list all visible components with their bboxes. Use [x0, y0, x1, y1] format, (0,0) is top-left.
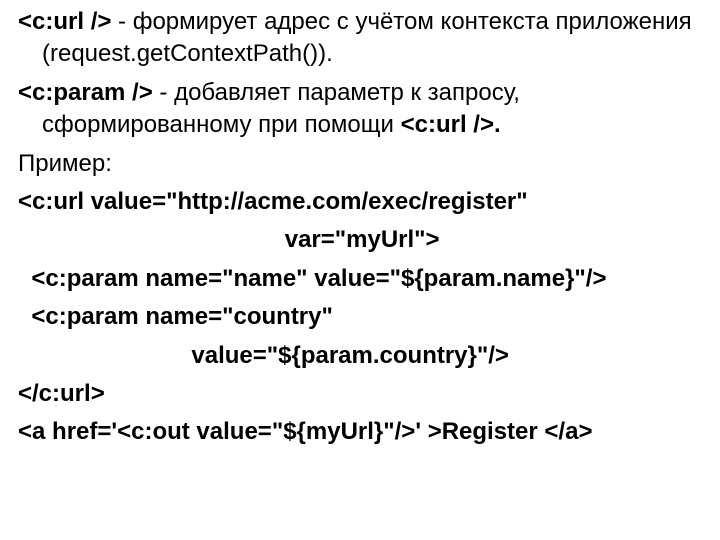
tag-curl-ref: <c:url />.: [401, 111, 501, 138]
code-line: value="${param.country}"/>: [18, 340, 708, 372]
code-line: </c:url>: [18, 378, 708, 410]
code-line: var="myUrl">: [18, 224, 708, 256]
example-label: Пример:: [18, 148, 708, 180]
tag-cparam: <c:param />: [18, 79, 153, 106]
tag-curl: <c:url />: [18, 8, 111, 35]
code-line: <a href='<c:out value="${myUrl}"/>' >Reg…: [18, 416, 708, 448]
desc-cparam: <c:param /> - добавляет параметр к запро…: [18, 77, 708, 142]
desc-curl: <c:url /> - формирует адрес с учётом кон…: [18, 6, 708, 71]
code-example: <c:url value="http://acme.com/exec/regis…: [18, 186, 708, 449]
slide: <c:url /> - формирует адрес с учётом кон…: [0, 0, 720, 449]
code-line: <c:param name="country": [18, 301, 708, 333]
code-line: <c:url value="http://acme.com/exec/regis…: [18, 186, 708, 218]
desc-curl-text: - формирует адрес с учётом контекста при…: [42, 8, 692, 67]
code-line: <c:param name="name" value="${param.name…: [18, 263, 708, 295]
